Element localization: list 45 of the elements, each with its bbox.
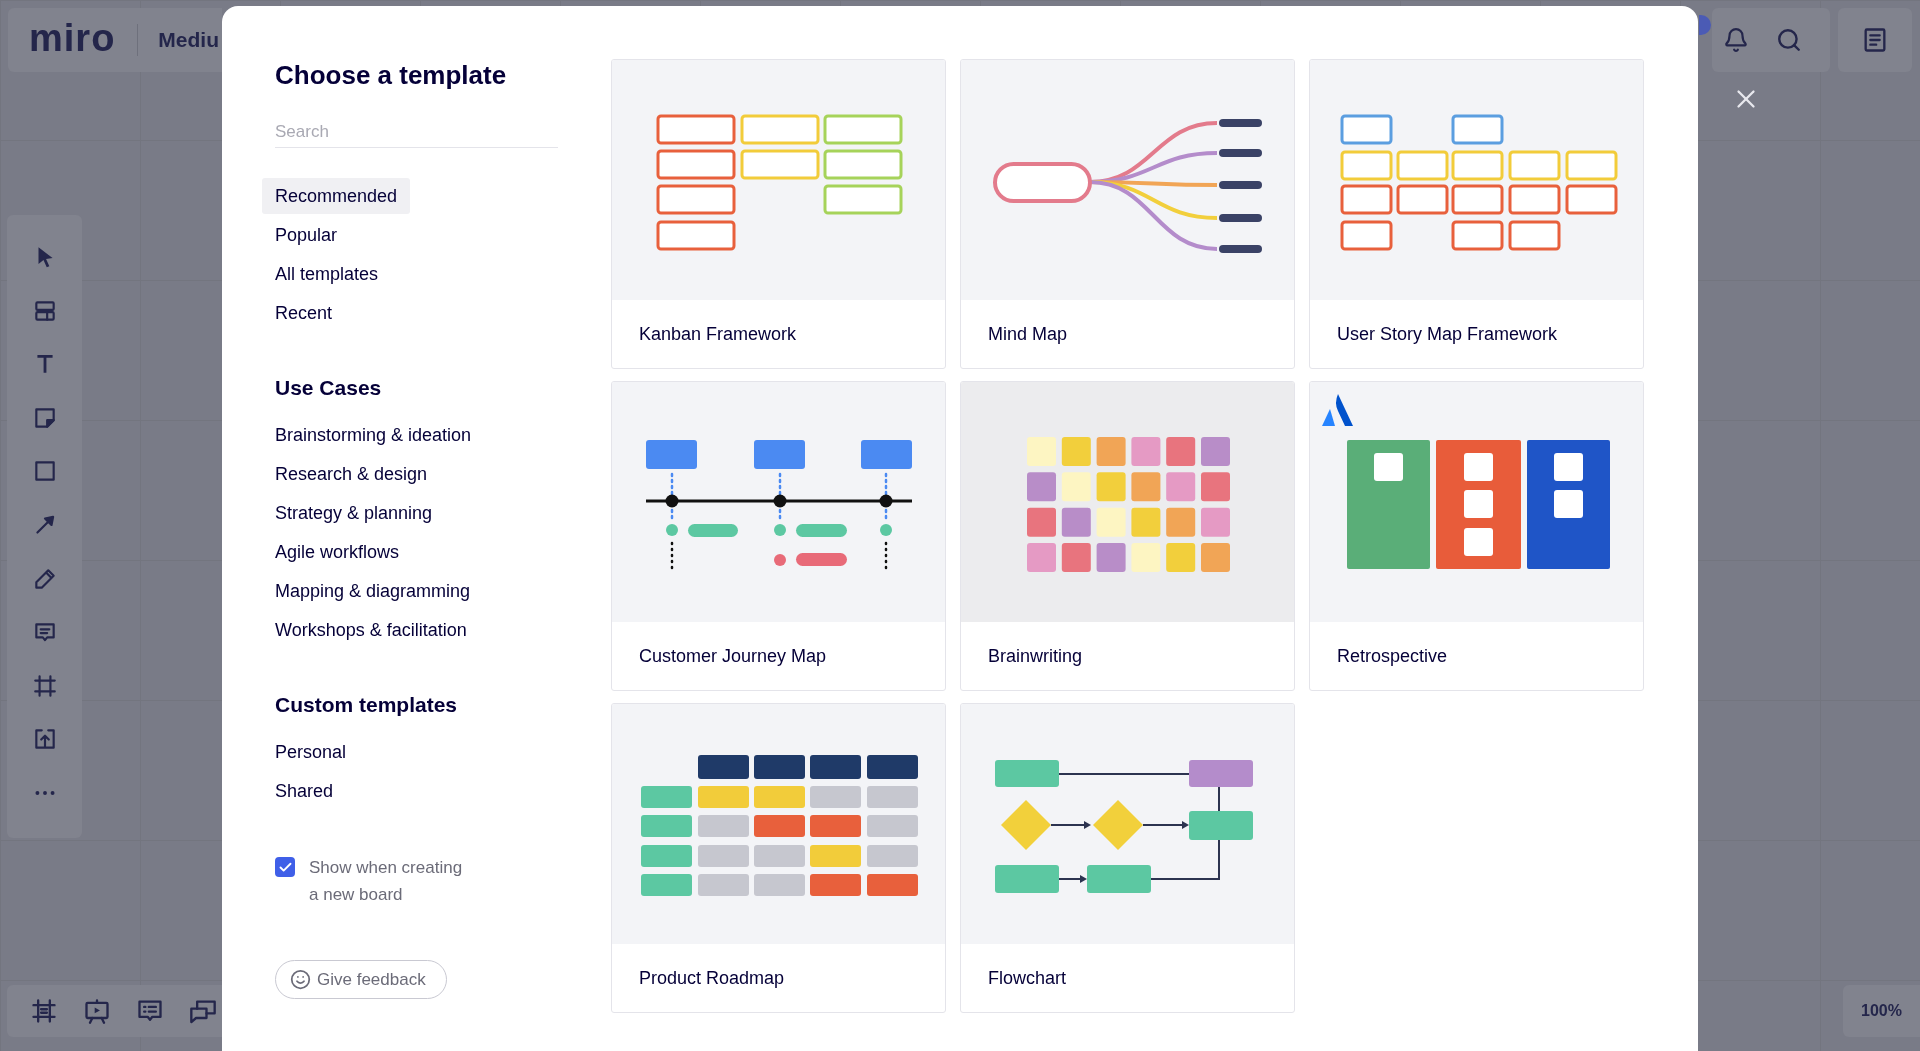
template-card[interactable]: Retrospective bbox=[1309, 381, 1644, 691]
frames-list-icon[interactable] bbox=[30, 997, 58, 1025]
category-item[interactable]: Recent bbox=[262, 295, 346, 331]
frame-icon[interactable] bbox=[31, 672, 58, 699]
board-title[interactable]: Mediu bbox=[158, 24, 220, 56]
template-card[interactable]: Customer Journey Map bbox=[611, 381, 946, 691]
template-title: User Story Map Framework bbox=[1337, 322, 1558, 346]
template-title: Brainwriting bbox=[988, 644, 1083, 668]
template-card[interactable]: Kanban Framework bbox=[611, 59, 946, 369]
template-title: Customer Journey Map bbox=[639, 644, 827, 668]
triangle-logo-icon bbox=[1322, 394, 1353, 426]
template-title: Retrospective bbox=[1337, 644, 1448, 668]
category-item[interactable]: Shared bbox=[262, 773, 347, 809]
category-item[interactable]: Popular bbox=[262, 217, 351, 253]
category-item[interactable]: Brainstorming & ideation bbox=[262, 417, 485, 453]
template-card[interactable]: User Story Map Framework bbox=[1309, 59, 1644, 369]
checkbox-label: Show when creating a new board bbox=[309, 857, 464, 906]
checkbox[interactable] bbox=[275, 857, 295, 877]
smiley-icon bbox=[290, 969, 311, 990]
category-item[interactable]: Research & design bbox=[262, 456, 441, 492]
bell-icon[interactable] bbox=[1723, 27, 1749, 53]
category-item[interactable]: Agile workflows bbox=[262, 534, 413, 570]
section-heading: Use Cases bbox=[275, 375, 383, 401]
category-item[interactable]: All templates bbox=[262, 256, 392, 292]
template-title: Mind Map bbox=[988, 322, 1068, 346]
template-card[interactable]: Mind Map bbox=[960, 59, 1295, 369]
category-item[interactable]: Personal bbox=[262, 734, 360, 770]
section-heading: Custom templates bbox=[275, 692, 459, 718]
category-item[interactable]: Recommended bbox=[262, 178, 411, 214]
search-field[interactable]: Search bbox=[275, 116, 558, 148]
notification-badge-icon bbox=[1699, 15, 1711, 35]
template-title: Flowchart bbox=[988, 966, 1067, 990]
template-title: Kanban Framework bbox=[639, 322, 797, 346]
search-icon[interactable] bbox=[1776, 27, 1802, 53]
category-item[interactable]: Mapping & diagramming bbox=[262, 573, 484, 609]
presentation-icon[interactable] bbox=[83, 997, 111, 1025]
template-card[interactable]: Flowchart bbox=[960, 703, 1295, 1013]
zoom-level[interactable]: 100% bbox=[1861, 999, 1902, 1023]
template-card[interactable]: Brainwriting bbox=[960, 381, 1295, 691]
dialog-title: Choose a template bbox=[275, 59, 508, 91]
template-title: Product Roadmap bbox=[639, 966, 785, 990]
category-item[interactable]: Workshops & facilitation bbox=[262, 612, 480, 648]
template-card[interactable]: Product Roadmap bbox=[611, 703, 946, 1013]
logo-text[interactable]: miro bbox=[29, 19, 116, 61]
category-item[interactable]: Strategy & planning bbox=[262, 495, 446, 531]
